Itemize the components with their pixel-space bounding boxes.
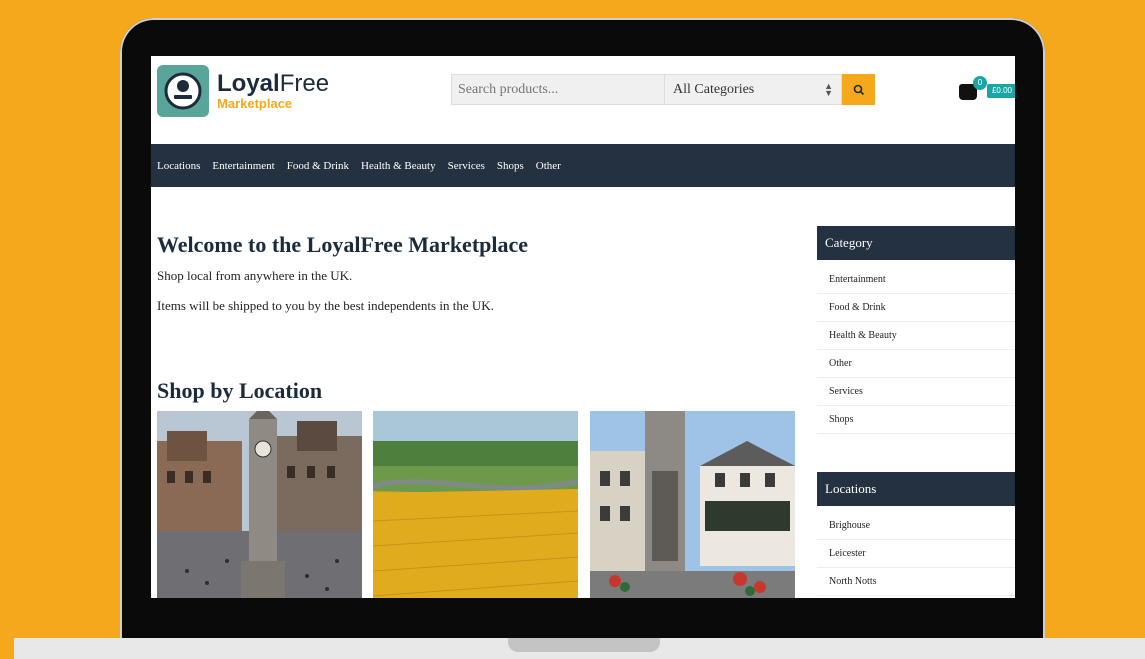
category-item-health-beauty[interactable]: Health & Beauty bbox=[817, 322, 1015, 350]
category-select-value: All Categories bbox=[673, 81, 755, 97]
sidebar-category-heading: Category bbox=[817, 226, 1015, 260]
logo-person-icon bbox=[157, 65, 209, 117]
nav-item-services[interactable]: Services bbox=[448, 160, 485, 172]
category-item-shops[interactable]: Shops bbox=[817, 406, 1015, 434]
logo-text: LoyalFree Marketplace bbox=[217, 70, 330, 111]
welcome-text-line2: Items will be shipped to you by the best… bbox=[157, 298, 494, 313]
search-bar: All Categories ▲▼ bbox=[451, 74, 875, 105]
welcome-text-line1: Shop local from anywhere in the UK. bbox=[157, 268, 353, 283]
site-header: LoyalFree Marketplace All Categories ▲▼ … bbox=[151, 56, 1015, 144]
logo-tagline: Marketplace bbox=[217, 96, 293, 111]
cart-count-badge: 0 bbox=[973, 76, 987, 90]
search-button[interactable] bbox=[842, 74, 875, 105]
category-item-other[interactable]: Other bbox=[817, 350, 1015, 378]
category-select[interactable]: All Categories ▲ ▼ bbox=[665, 74, 842, 105]
location-image-clock-tower[interactable] bbox=[157, 411, 362, 598]
nav-item-shops[interactable]: Shops bbox=[497, 160, 524, 172]
nav-item-locations[interactable]: Locations bbox=[157, 160, 200, 172]
logo-wordmark: LoyalFree bbox=[217, 70, 330, 97]
category-item-services[interactable]: Services bbox=[817, 378, 1015, 406]
sidebar-category-list: Entertainment Food & Drink Health & Beau… bbox=[817, 266, 1015, 434]
laptop-notch bbox=[508, 638, 660, 652]
sidebar-locations-heading: Locations bbox=[817, 472, 1015, 506]
location-item-north-notts[interactable]: North Notts bbox=[817, 568, 1015, 596]
cart-total: £0.00 bbox=[987, 84, 1015, 98]
location-image-countryside[interactable] bbox=[373, 411, 578, 598]
shop-by-location-heading: Shop by Location bbox=[157, 378, 323, 403]
location-item-brighouse[interactable]: Brighouse bbox=[817, 512, 1015, 540]
nav-item-other[interactable]: Other bbox=[536, 160, 561, 172]
search-icon bbox=[853, 84, 864, 95]
nav-item-health-beauty[interactable]: Health & Beauty bbox=[361, 160, 436, 172]
site-logo[interactable]: LoyalFree Marketplace bbox=[157, 65, 329, 117]
category-item-food-drink[interactable]: Food & Drink bbox=[817, 294, 1015, 322]
nav-item-entertainment[interactable]: Entertainment bbox=[212, 160, 274, 172]
category-item-entertainment[interactable]: Entertainment bbox=[817, 266, 1015, 294]
location-image-market-square[interactable] bbox=[590, 411, 795, 598]
location-item-leicester[interactable]: Leicester bbox=[817, 540, 1015, 568]
nav-item-food-drink[interactable]: Food & Drink bbox=[287, 160, 349, 172]
sidebar-locations-list: Brighouse Leicester North Notts bbox=[817, 512, 1015, 596]
select-arrows-icon: ▲ ▼ bbox=[824, 80, 833, 98]
welcome-heading: Welcome to the LoyalFree Marketplace bbox=[157, 232, 529, 257]
browser-screen: LoyalFree Marketplace All Categories ▲▼ … bbox=[151, 56, 1015, 598]
search-input[interactable] bbox=[451, 74, 665, 105]
main-nav: Locations Entertainment Food & Drink Hea… bbox=[151, 144, 1015, 187]
